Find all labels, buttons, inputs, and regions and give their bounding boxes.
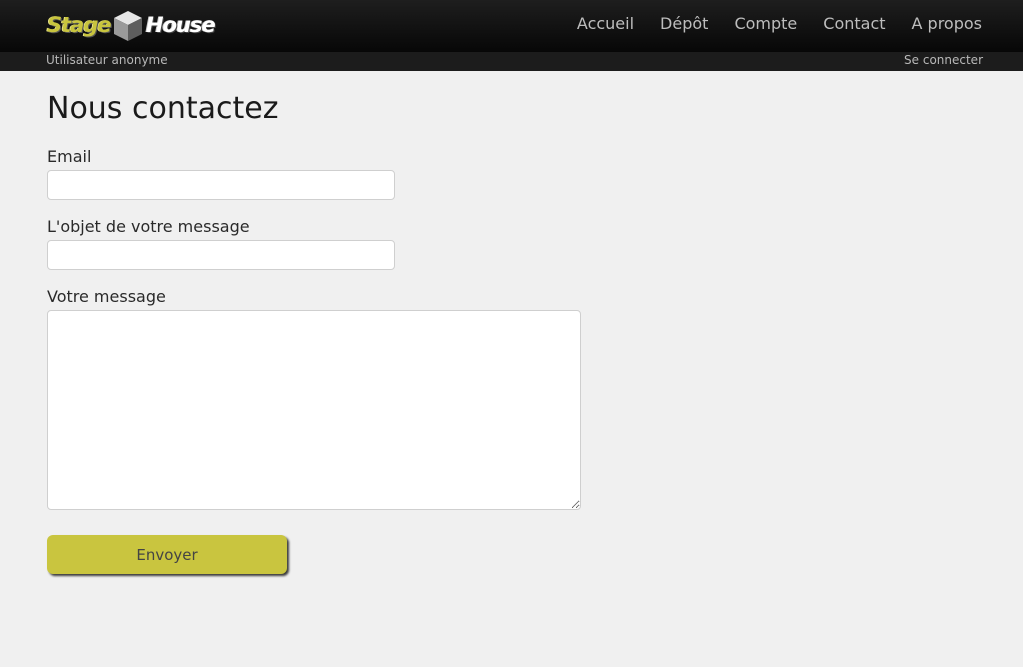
email-field[interactable] bbox=[47, 170, 395, 200]
subject-field[interactable] bbox=[47, 240, 395, 270]
email-label: Email bbox=[47, 147, 92, 166]
subject-label: L'objet de votre message bbox=[47, 217, 250, 236]
top-navbar: Stage House Accueil Dépôt Compte Contact… bbox=[0, 0, 1023, 52]
nav-depot[interactable]: Dépôt bbox=[660, 14, 708, 33]
login-link[interactable]: Se connecter bbox=[904, 53, 983, 67]
nav-accueil[interactable]: Accueil bbox=[577, 14, 634, 33]
nav-compte[interactable]: Compte bbox=[734, 14, 797, 33]
message-textarea[interactable] bbox=[47, 310, 581, 510]
anonymous-user-label: Utilisateur anonyme bbox=[46, 53, 168, 67]
contact-form: Nous contactez Email L'objet de votre me… bbox=[47, 88, 581, 574]
stagehouse-logo[interactable]: Stage House bbox=[47, 9, 217, 43]
cube-icon bbox=[114, 11, 142, 41]
nav-a-propos[interactable]: A propos bbox=[912, 14, 982, 33]
message-label: Votre message bbox=[47, 287, 166, 306]
page-title: Nous contactez bbox=[47, 91, 279, 126]
logo-word-house: House bbox=[146, 13, 216, 37]
main-nav: Accueil Dépôt Compte Contact A propos bbox=[551, 0, 982, 46]
nav-contact[interactable]: Contact bbox=[823, 14, 885, 33]
send-button[interactable]: Envoyer bbox=[47, 535, 287, 574]
user-status-bar: Utilisateur anonyme Se connecter bbox=[0, 52, 1023, 71]
logo-word-stage: Stage bbox=[47, 13, 112, 37]
